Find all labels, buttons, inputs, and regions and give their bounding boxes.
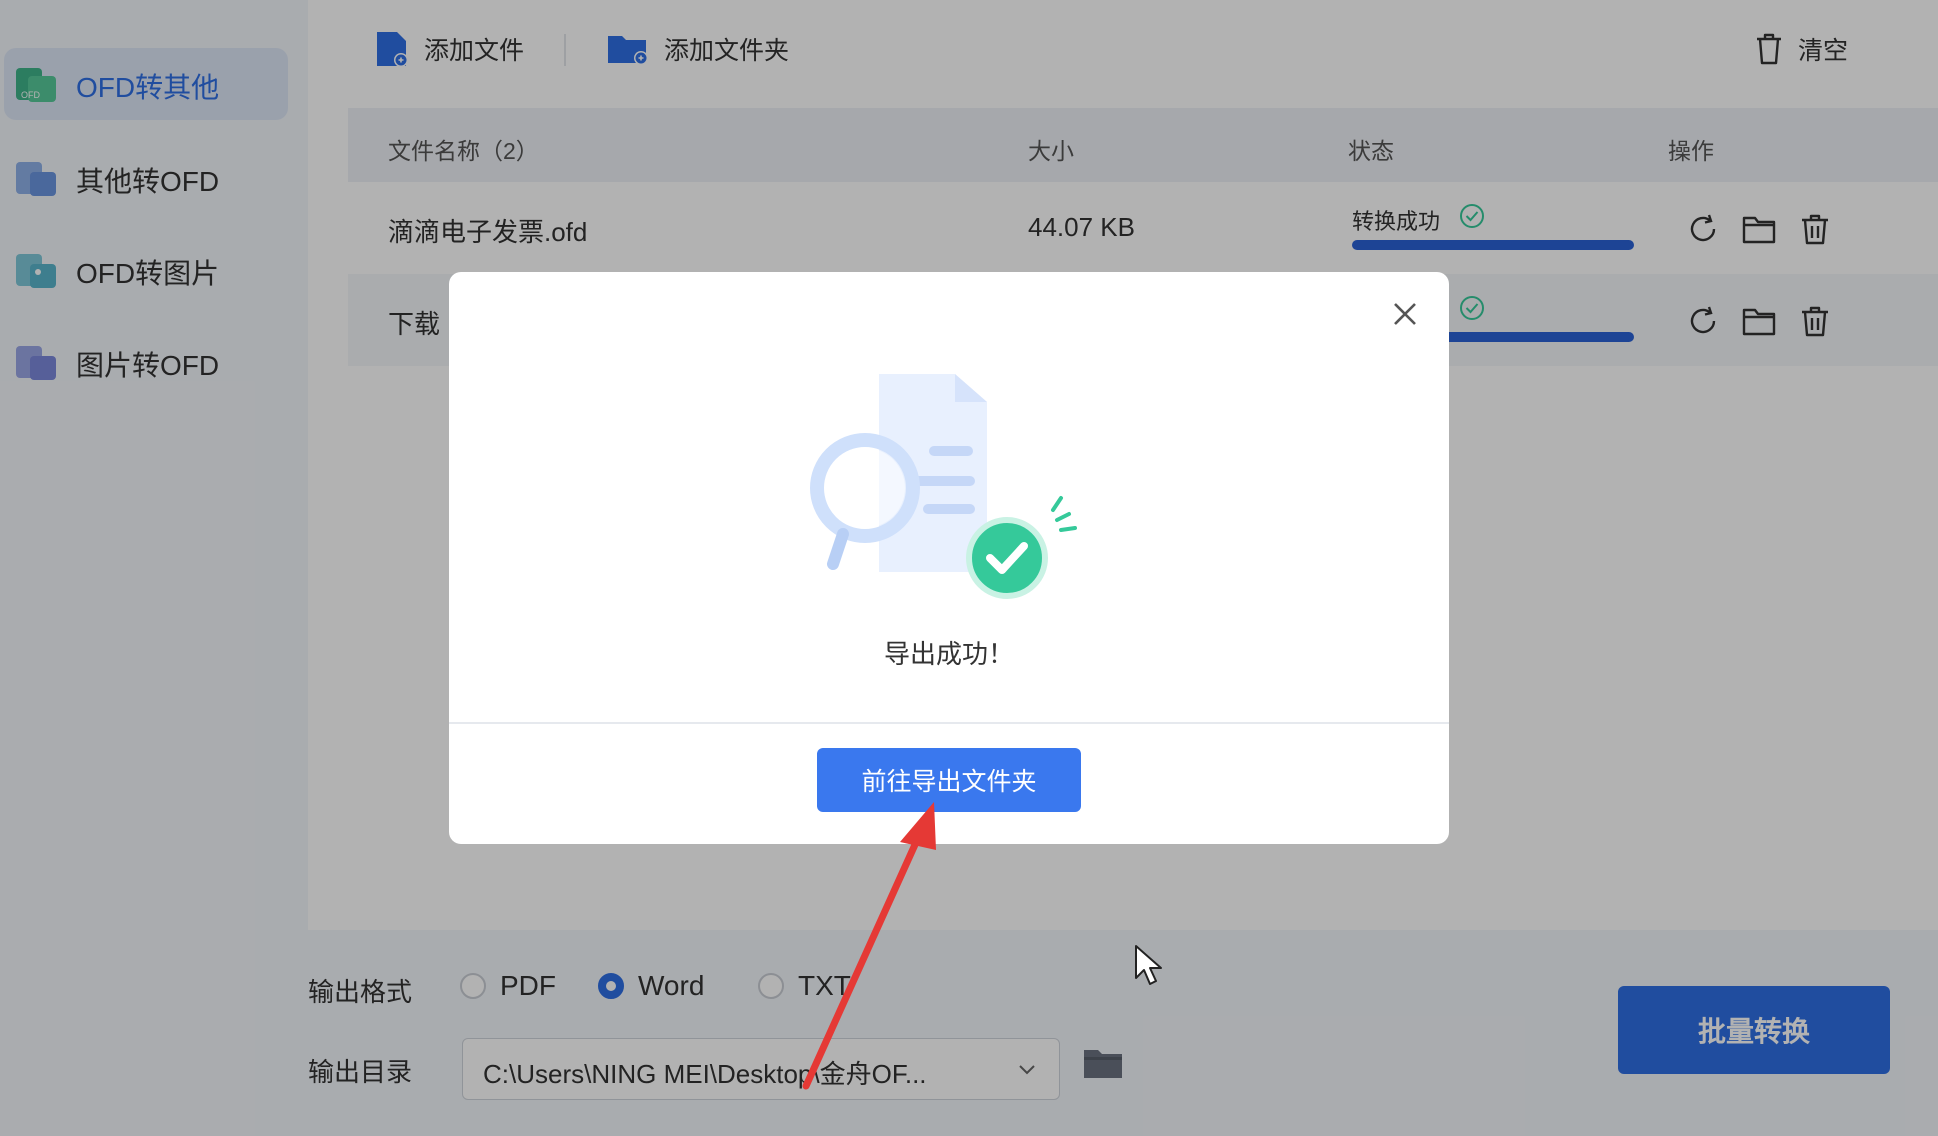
app-window: OFD OFD转其他 其他转OFD OFD转图片 图片转OFD 添加文件 添加文… <box>0 0 1938 1136</box>
annotation-arrow <box>802 802 936 1090</box>
mouse-cursor-icon <box>1135 945 1162 985</box>
